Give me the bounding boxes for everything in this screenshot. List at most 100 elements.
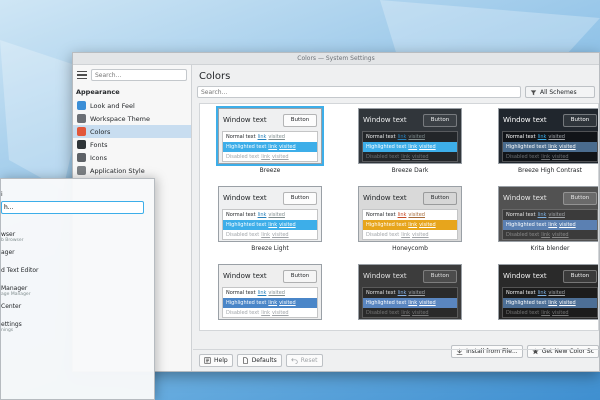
title-bar: Colors — System Settings bbox=[73, 53, 599, 65]
launcher-app-item[interactable]: d Text Editor bbox=[1, 267, 39, 274]
launcher-app-item[interactable]: ager bbox=[1, 249, 15, 256]
launcher-app-item[interactable]: Manager age Manager bbox=[1, 285, 31, 297]
color-scheme-tile[interactable]: Window text Button Normal text link visi… bbox=[358, 108, 462, 174]
preview-link: link bbox=[261, 154, 271, 160]
preview-visited: visited bbox=[272, 232, 289, 238]
preview-visited: visited bbox=[552, 310, 569, 316]
preview-disabled-line: Disabled text link visited bbox=[363, 230, 457, 240]
launcher-app-subtitle: nings bbox=[1, 328, 14, 333]
preview-visited: visited bbox=[552, 154, 569, 160]
launcher-app-item[interactable]: wser b Browser bbox=[1, 231, 24, 243]
scheme-preview[interactable]: Window text Button Normal text link visi… bbox=[358, 264, 462, 320]
color-scheme-tile[interactable]: Window text Button Normal text link visi… bbox=[216, 106, 324, 174]
preview-button: Button bbox=[283, 269, 317, 283]
scheme-preview[interactable]: Window text Button Normal text link visi… bbox=[216, 106, 324, 166]
preview-visited: visited bbox=[412, 154, 429, 160]
scheme-preview[interactable]: Window text Button Normal text link visi… bbox=[498, 264, 598, 320]
preview-link: link bbox=[261, 310, 271, 316]
sidebar-item-colors[interactable]: Colors bbox=[73, 125, 191, 138]
color-scheme-tile[interactable]: Window text Button Normal text link visi… bbox=[498, 264, 598, 323]
preview-disabled-text: Disabled text bbox=[226, 232, 260, 238]
launcher-app-subtitle: b Browser bbox=[1, 238, 24, 243]
help-button[interactable]: Help bbox=[199, 354, 233, 367]
scheme-search-input[interactable] bbox=[197, 86, 521, 98]
launcher-app-item[interactable]: Center bbox=[1, 303, 21, 310]
document-icon bbox=[242, 357, 248, 364]
scheme-preview[interactable]: Window text Button Normal text link visi… bbox=[218, 264, 322, 320]
reset-button[interactable]: Reset bbox=[285, 354, 323, 367]
sidebar-search-input[interactable] bbox=[91, 69, 187, 81]
scheme-filter-dropdown[interactable]: All Schemes bbox=[525, 86, 595, 98]
color-scheme-tile[interactable]: Window text Button Normal text link visi… bbox=[358, 264, 462, 323]
window-title: Colors — System Settings bbox=[297, 55, 375, 62]
launcher-app-title: wser bbox=[1, 231, 16, 238]
sidebar-item-icons[interactable]: Icons bbox=[73, 151, 191, 164]
preview-visited: visited bbox=[279, 144, 296, 150]
preview-disabled-text: Disabled text bbox=[366, 310, 400, 316]
sidebar-item-icon bbox=[77, 153, 86, 162]
menu-icon[interactable] bbox=[77, 70, 87, 80]
preview-highlighted-text: Highlighted text bbox=[226, 222, 267, 228]
preview-button-label: Button bbox=[570, 195, 590, 201]
preview-button-label: Button bbox=[290, 117, 310, 123]
sidebar-item-look-and-feel[interactable]: Look and Feel bbox=[73, 99, 191, 112]
launcher-app-title: d Text Editor bbox=[1, 267, 39, 274]
preview-highlight-line: Highlighted text link visited bbox=[223, 298, 317, 308]
preview-window-text: Window text bbox=[363, 272, 407, 280]
sidebar-item-icon bbox=[77, 114, 86, 123]
preview-window-text: Window text bbox=[363, 194, 407, 202]
preview-link: link bbox=[401, 154, 411, 160]
preview-highlight-line: Highlighted text link visited bbox=[223, 220, 317, 230]
sidebar-item-fonts[interactable]: Fonts bbox=[73, 138, 191, 151]
launcher-app-title: Center bbox=[1, 303, 22, 310]
sidebar-item-application-style[interactable]: Application Style bbox=[73, 164, 191, 177]
filter-icon bbox=[530, 89, 537, 95]
preview-visited: visited bbox=[408, 212, 425, 218]
scheme-preview[interactable]: Window text Button Normal text link visi… bbox=[218, 186, 322, 242]
defaults-button[interactable]: Defaults bbox=[236, 354, 282, 367]
scheme-preview[interactable]: Window text Button Normal text link visi… bbox=[358, 108, 462, 164]
preview-visited: visited bbox=[419, 300, 436, 306]
scheme-preview[interactable]: Window text Button Normal text link visi… bbox=[358, 186, 462, 242]
preview-button: Button bbox=[423, 269, 457, 283]
preview-visited: visited bbox=[268, 134, 285, 140]
preview-window-text: Window text bbox=[223, 272, 267, 280]
sidebar-item-icon bbox=[77, 127, 86, 136]
scheme-name: Krita blender bbox=[530, 245, 570, 252]
footer-bar: Help Defaults Reset bbox=[193, 349, 599, 371]
scheme-preview[interactable]: Window text Button Normal text link visi… bbox=[498, 186, 598, 242]
preview-window-text: Window text bbox=[223, 116, 267, 124]
preview-window-text: Window text bbox=[503, 272, 547, 280]
preview-button: Button bbox=[563, 191, 597, 205]
preview-button: Button bbox=[283, 191, 317, 205]
color-scheme-tile[interactable]: Window text Button Normal text link visi… bbox=[498, 186, 598, 252]
preview-visited: visited bbox=[559, 300, 576, 306]
preview-visited: visited bbox=[279, 222, 296, 228]
scheme-name: Breeze Dark bbox=[391, 167, 429, 174]
color-scheme-tile[interactable]: Window text Button Normal text link visi… bbox=[218, 264, 322, 323]
preview-visited: visited bbox=[272, 154, 289, 160]
preview-disabled-line: Disabled text link visited bbox=[363, 152, 457, 162]
preview-normal-text: Normal text bbox=[366, 134, 396, 140]
preview-visited: visited bbox=[419, 222, 436, 228]
preview-link: link bbox=[537, 212, 547, 218]
color-scheme-tile[interactable]: Window text Button Normal text link visi… bbox=[358, 186, 462, 252]
preview-highlighted-text: Highlighted text bbox=[366, 300, 407, 306]
color-scheme-tile[interactable]: Window text Button Normal text link visi… bbox=[218, 186, 322, 252]
preview-normal-text: Normal text bbox=[366, 212, 396, 218]
launcher-app-item[interactable]: ettings nings bbox=[1, 321, 22, 333]
sidebar-item-workspace-theme[interactable]: Workspace Theme bbox=[73, 112, 191, 125]
preview-button: Button bbox=[563, 113, 597, 127]
launcher-search-input[interactable] bbox=[1, 201, 144, 214]
sidebar-item-label: Fonts bbox=[90, 140, 108, 149]
launcher-app-title: Manager bbox=[1, 285, 28, 292]
scheme-name: Breeze High Contrast bbox=[518, 167, 582, 174]
sidebar-item-label: Icons bbox=[90, 153, 107, 162]
color-scheme-tile[interactable]: Window text Button Normal text link visi… bbox=[498, 108, 598, 174]
preview-highlighted-text: Highlighted text bbox=[366, 222, 407, 228]
help-label: Help bbox=[214, 357, 228, 364]
sidebar-item-label: Colors bbox=[90, 127, 111, 136]
preview-visited: visited bbox=[548, 290, 565, 296]
scheme-preview[interactable]: Window text Button Normal text link visi… bbox=[498, 108, 598, 164]
preview-normal-line: Normal text link visited bbox=[503, 210, 597, 220]
